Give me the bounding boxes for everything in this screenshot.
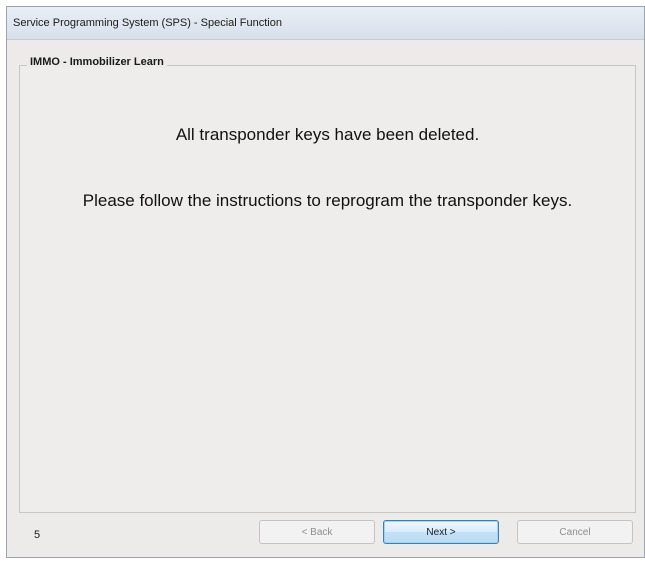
dialog-window: Service Programming System (SPS) - Speci… xyxy=(6,6,645,558)
reprogram-instructions-message: Please follow the instructions to reprog… xyxy=(82,191,573,210)
next-button[interactable]: Next > xyxy=(383,520,499,544)
page-number: 5 xyxy=(34,529,41,541)
window-title: Service Programming System (SPS) - Speci… xyxy=(13,17,282,29)
group-label: IMMO - Immobilizer Learn xyxy=(27,56,167,68)
back-button[interactable]: < Back xyxy=(259,520,375,544)
keys-deleted-message: All transponder keys have been deleted. xyxy=(175,125,480,144)
cancel-button[interactable]: Cancel xyxy=(517,520,633,544)
title-bar[interactable]: Service Programming System (SPS) - Speci… xyxy=(7,7,644,40)
